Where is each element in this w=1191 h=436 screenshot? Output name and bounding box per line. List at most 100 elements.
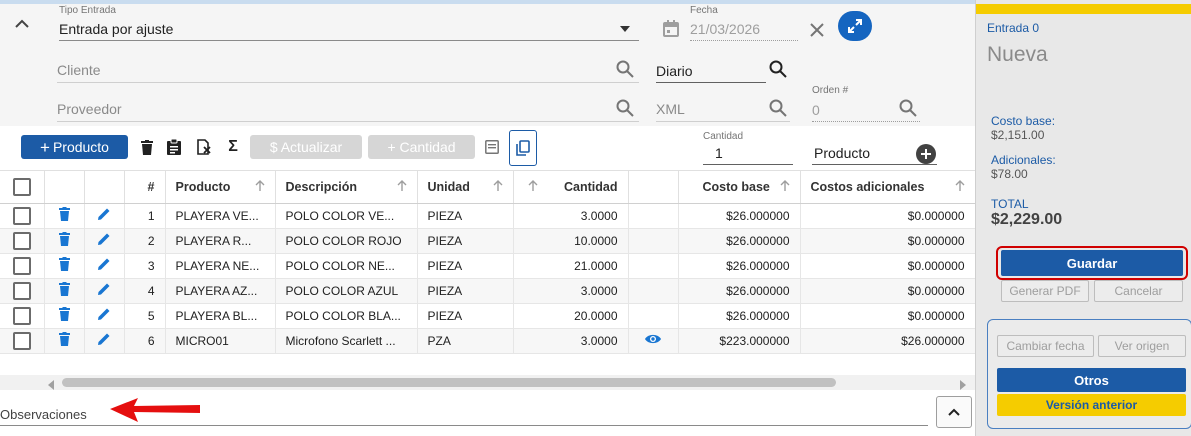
row-select-cell <box>0 278 45 304</box>
copy-toggle-icon[interactable] <box>509 130 537 166</box>
orden-search-icon[interactable] <box>897 97 919 119</box>
row-edit-cell <box>84 328 125 354</box>
sort-arrow-icon[interactable] <box>493 180 503 195</box>
table-row[interactable]: 4 PLAYERA AZ... POLO COLOR AZUL PIEZA 3.0000… <box>0 278 975 304</box>
edit-row-icon[interactable] <box>97 208 111 224</box>
col-header-costo-base[interactable]: Costo base <box>678 171 801 204</box>
diario-value: Diario <box>656 63 693 79</box>
row-producto: PLAYERA NE... <box>165 253 276 279</box>
row-descripcion: POLO COLOR NE... <box>275 253 418 279</box>
row-delete-cell <box>44 228 85 254</box>
row-costos-adicionales: $0.000000 <box>800 203 975 229</box>
dropdown-arrow-icon <box>619 24 631 34</box>
proveedor-search-icon[interactable] <box>614 97 636 119</box>
excel-export-icon[interactable] <box>195 138 213 156</box>
scroll-left-arrow-icon[interactable] <box>48 377 54 395</box>
view-col-header <box>628 171 679 204</box>
adicionales-value: $78.00 <box>991 167 1028 181</box>
cliente-search-icon[interactable] <box>614 58 636 80</box>
sort-arrow-icon[interactable] <box>255 180 265 195</box>
edit-row-icon[interactable] <box>97 308 111 324</box>
col-header-number-label: # <box>147 179 155 194</box>
col-header-costos-adicionales[interactable]: Costos adicionales <box>800 171 975 204</box>
orden-value: 0 <box>812 102 820 118</box>
clipboard-icon[interactable] <box>165 138 183 156</box>
row-edit-cell <box>84 278 125 304</box>
calendar-icon[interactable] <box>661 18 681 38</box>
col-header-producto-label: Producto <box>175 179 231 194</box>
generar-pdf-button[interactable]: Generar PDF <box>1001 280 1089 302</box>
table-row[interactable]: 6 MICRO01 Microfono Scarlett ... PZA 3.0000 $… <box>0 328 975 354</box>
actualizar-label: $ Actualizar <box>269 139 343 155</box>
sort-arrow-icon[interactable] <box>397 180 407 195</box>
row-checkbox[interactable] <box>12 256 31 275</box>
col-header-number[interactable]: # <box>124 171 166 204</box>
col-header-producto[interactable]: Producto <box>165 171 276 204</box>
row-checkbox[interactable] <box>12 306 31 325</box>
edit-row-icon[interactable] <box>97 258 111 274</box>
sort-arrow-icon[interactable] <box>528 180 538 195</box>
cancelar-button[interactable]: Cancelar <box>1094 280 1183 302</box>
ver-origen-button[interactable]: Ver origen <box>1098 335 1186 357</box>
cantidad-input-value: 1 <box>715 145 723 161</box>
edit-row-icon[interactable] <box>97 233 111 249</box>
guardar-button[interactable]: Guardar <box>1001 250 1183 276</box>
row-number: 2 <box>124 228 166 254</box>
scroll-thumb[interactable] <box>62 378 836 387</box>
row-checkbox[interactable] <box>12 231 31 250</box>
edit-row-icon[interactable] <box>97 333 111 349</box>
delete-row-icon[interactable] <box>58 307 70 324</box>
xml-search-icon[interactable] <box>767 97 789 119</box>
delete-row-icon[interactable] <box>58 207 70 224</box>
diario-field[interactable]: Diario <box>656 57 766 83</box>
select-all-checkbox[interactable] <box>12 177 31 196</box>
cantidad-input[interactable]: Cantidad 1 <box>703 131 793 165</box>
collapse-chevron-icon[interactable] <box>12 14 32 34</box>
scroll-right-arrow-icon[interactable] <box>960 377 966 395</box>
clear-date-icon[interactable] <box>807 20 827 40</box>
expand-icon[interactable] <box>838 11 872 41</box>
actualizar-button[interactable]: $ Actualizar <box>250 135 362 159</box>
tipo-entrada-select[interactable]: Tipo Entrada Entrada por ajuste <box>59 5 639 41</box>
cliente-placeholder: Cliente <box>57 62 101 78</box>
sort-arrow-icon[interactable] <box>780 180 790 195</box>
col-header-cantidad[interactable]: Cantidad <box>513 171 629 204</box>
otros-button[interactable]: Otros <box>997 368 1186 392</box>
notes-icon[interactable] <box>483 138 501 156</box>
cantidad-button-label: + Cantidad <box>387 139 456 155</box>
trash-icon[interactable] <box>138 138 156 156</box>
col-header-descripcion[interactable]: Descripción <box>275 171 418 204</box>
delete-row-icon[interactable] <box>58 257 70 274</box>
row-checkbox[interactable] <box>12 331 31 350</box>
sort-arrow-icon[interactable] <box>955 180 965 195</box>
table-row[interactable]: 5 PLAYERA BL... POLO COLOR BLA... PIEZA 20.0… <box>0 303 975 329</box>
row-descripcion: POLO COLOR ROJO <box>275 228 418 254</box>
diario-search-icon[interactable] <box>767 58 789 80</box>
delete-row-icon[interactable] <box>58 282 70 299</box>
horizontal-scrollbar[interactable] <box>0 375 975 390</box>
table-row[interactable]: 3 PLAYERA NE... POLO COLOR NE... PIEZA 21.00… <box>0 253 975 279</box>
col-header-unidad[interactable]: Unidad <box>417 171 514 204</box>
row-unidad: PIEZA <box>417 303 514 329</box>
table-body: 1 PLAYERA VE... POLO COLOR VE... PIEZA 3.000… <box>0 203 975 354</box>
sigma-icon[interactable]: Σ <box>224 138 242 156</box>
cliente-field[interactable]: Cliente <box>57 57 639 83</box>
version-anterior-button[interactable]: Versión anterior <box>997 394 1186 416</box>
edit-row-icon[interactable] <box>97 283 111 299</box>
cambiar-fecha-button[interactable]: Cambiar fecha <box>997 335 1094 357</box>
table-row[interactable]: 2 PLAYERA R... POLO COLOR ROJO PIEZA 10.0000… <box>0 228 975 254</box>
view-eye-icon[interactable] <box>644 334 662 348</box>
row-edit-cell <box>84 303 125 329</box>
table-row[interactable]: 1 PLAYERA VE... POLO COLOR VE... PIEZA 3.000… <box>0 203 975 229</box>
row-checkbox[interactable] <box>12 281 31 300</box>
delete-row-icon[interactable] <box>58 332 70 349</box>
add-circle-icon[interactable] <box>916 144 936 164</box>
delete-row-icon[interactable] <box>58 232 70 249</box>
row-descripcion: Microfono Scarlett ... <box>275 328 418 354</box>
observaciones-toggle-button[interactable] <box>936 396 972 428</box>
cantidad-button[interactable]: + Cantidad <box>368 135 475 159</box>
proveedor-field[interactable]: Proveedor <box>57 96 639 122</box>
row-costo-base: $26.000000 <box>678 303 801 329</box>
row-checkbox[interactable] <box>12 206 31 225</box>
add-producto-button[interactable]: + Producto <box>21 135 128 159</box>
